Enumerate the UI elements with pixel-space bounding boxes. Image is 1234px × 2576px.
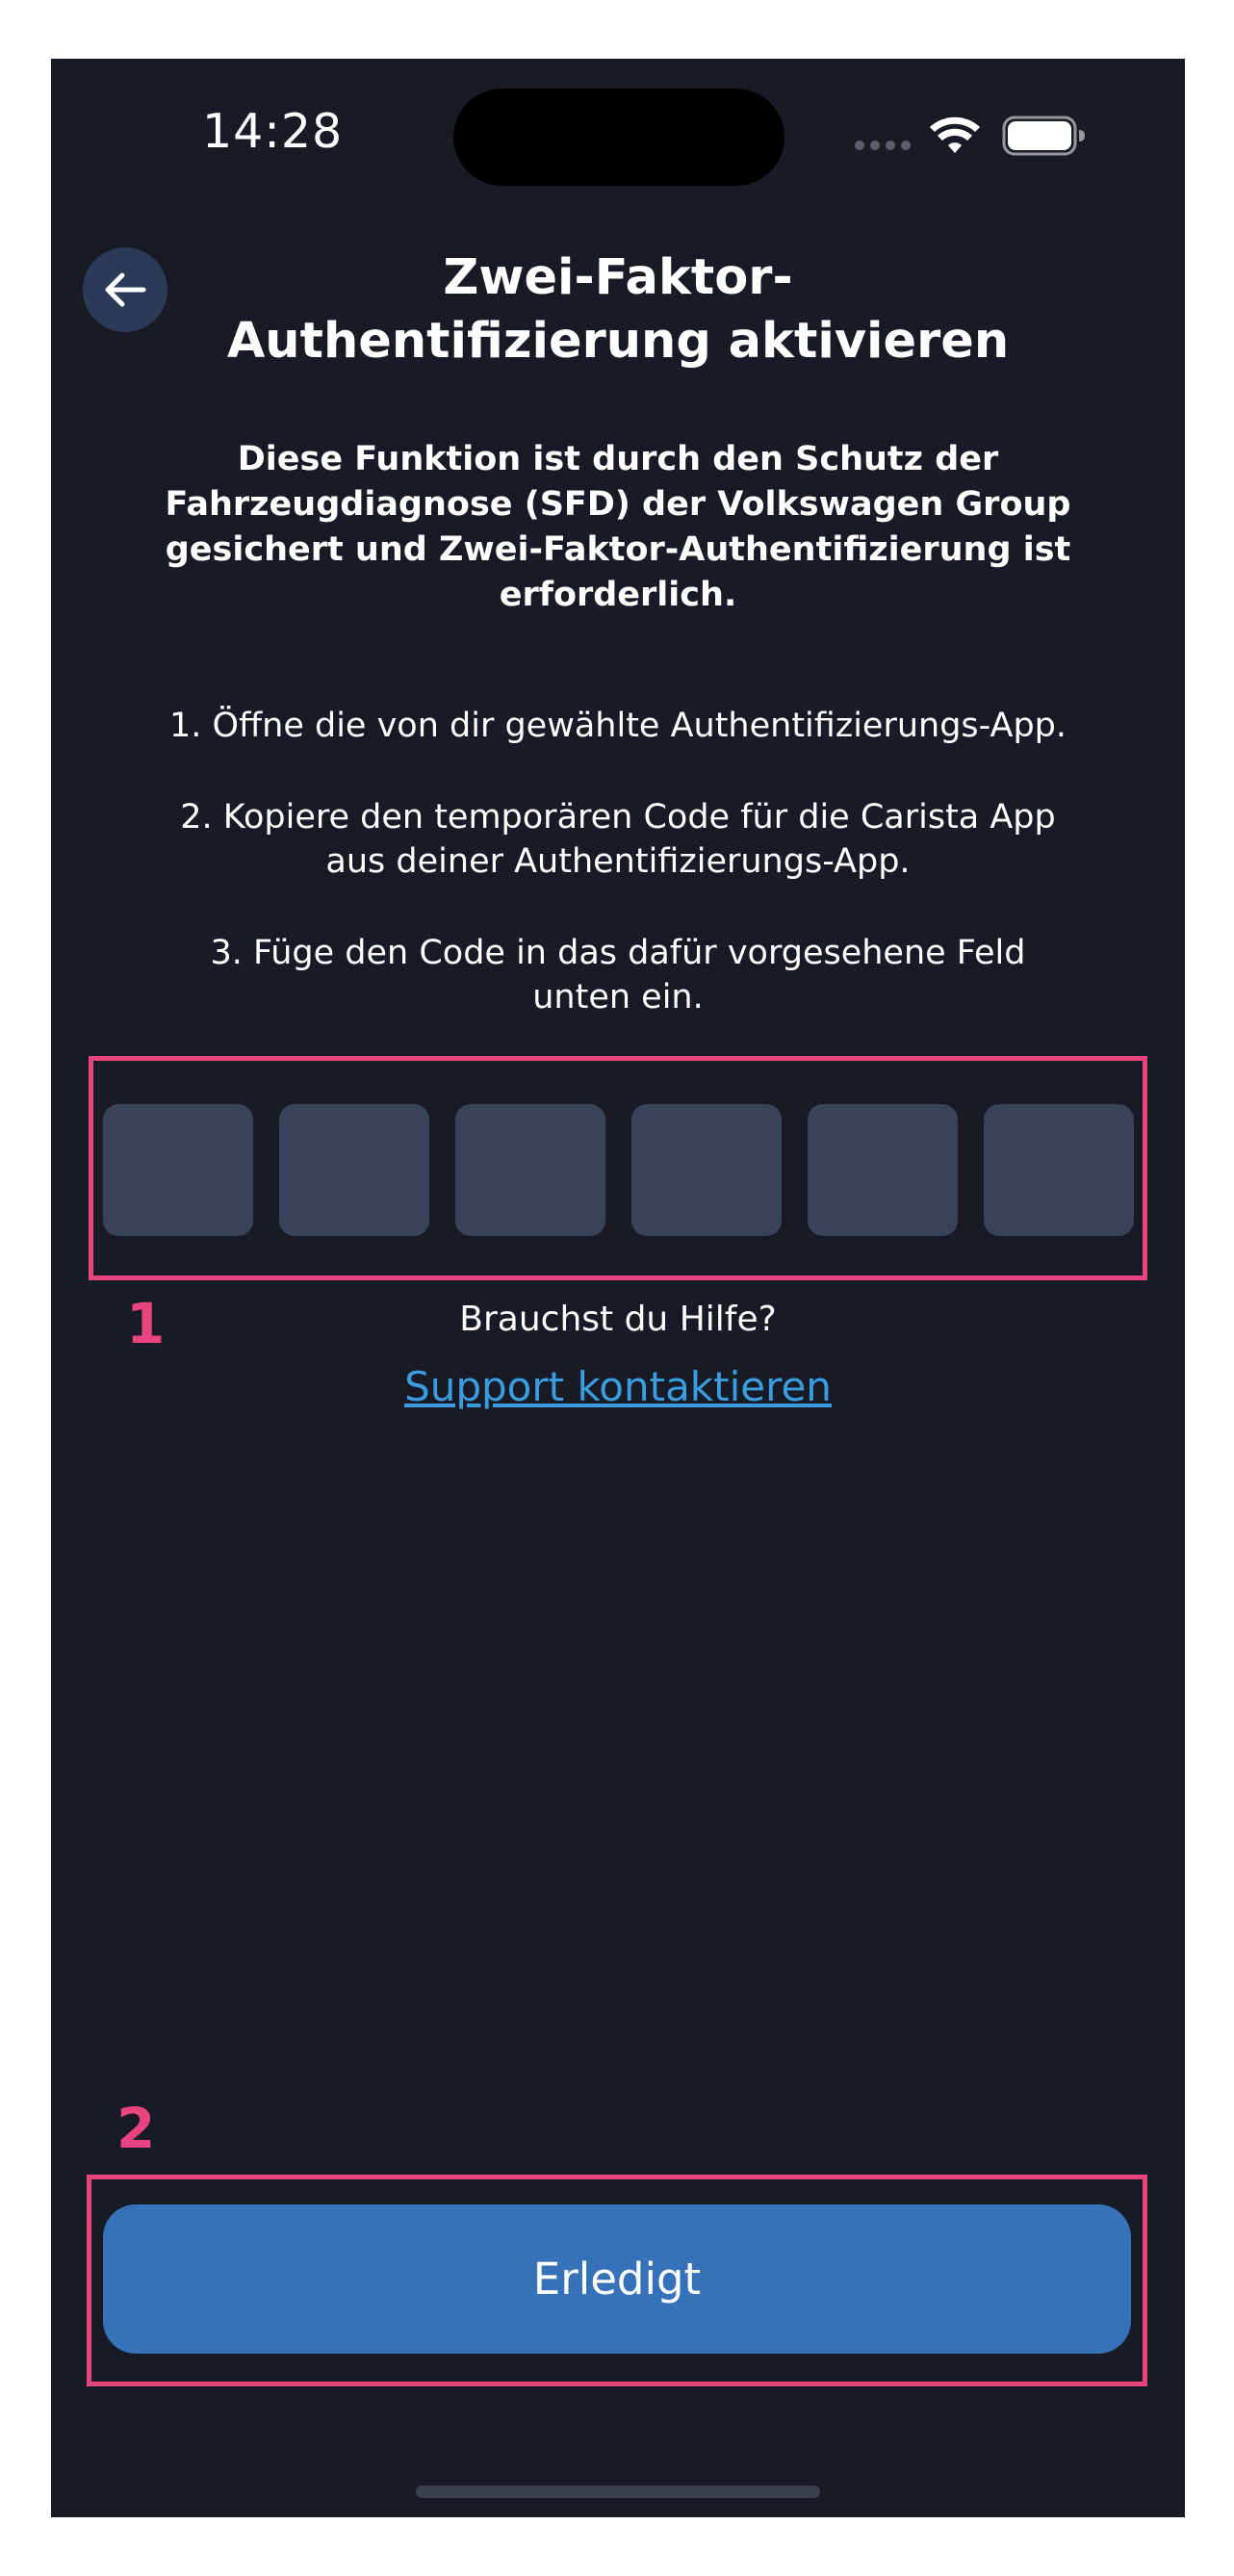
code-digit-1[interactable] — [103, 1104, 253, 1236]
code-digit-3[interactable] — [455, 1104, 605, 1236]
page-title-line2: Authentifizierung aktivieren — [226, 313, 1010, 370]
code-digit-6[interactable] — [984, 1104, 1134, 1236]
dynamic-island — [453, 89, 784, 186]
arrow-left-icon — [105, 272, 146, 307]
code-digit-5[interactable] — [808, 1104, 958, 1236]
cellular-signal-icon — [855, 141, 914, 152]
home-indicator[interactable] — [416, 2486, 820, 2498]
done-button[interactable]: Erledigt — [103, 2204, 1131, 2354]
wifi-icon — [930, 116, 980, 153]
step-text: aus deiner Authentifizierungs-App. — [325, 842, 911, 881]
instruction-step-3: 3. Füge den Code in das dafür vorgesehen… — [109, 931, 1127, 1019]
phone-screen: 14:28 Zwei-Faktor- Authentifizierung akt… — [51, 59, 1185, 2517]
status-time: 14:28 — [202, 104, 344, 159]
code-digit-4[interactable] — [631, 1104, 782, 1236]
notice-line: Diese Funktion ist durch den Schutz der — [237, 440, 999, 478]
page-title: Zwei-Faktor- Authentifizierung aktiviere… — [195, 246, 1041, 374]
support-contact-link[interactable]: Support kontaktieren — [244, 1363, 992, 1410]
notice-line: Fahrzeugdiagnose (SFD) der Volkswagen Gr… — [165, 485, 1071, 524]
notice-line: gesichert und Zwei-Faktor-Authentifizier… — [165, 530, 1071, 569]
page-title-line1: Zwei-Faktor- — [443, 249, 793, 306]
step-text: 3. Füge den Code in das dafür vorgesehen… — [210, 934, 1026, 972]
verification-code-input — [103, 1104, 1139, 1236]
step-text: 2. Kopiere den temporären Code für die C… — [180, 798, 1056, 837]
back-button[interactable] — [83, 247, 167, 332]
battery-icon — [1002, 116, 1085, 156]
security-notice: Diese Funktion ist durch den Schutz der … — [138, 437, 1098, 618]
step-text: unten ein. — [532, 978, 704, 1017]
highlight-marker-1: 1 — [126, 1291, 166, 1356]
notice-line: erforderlich. — [499, 576, 737, 614]
instruction-step-2: 2. Kopiere den temporären Code für die C… — [109, 795, 1127, 884]
code-digit-2[interactable] — [279, 1104, 429, 1236]
highlight-marker-2: 2 — [116, 2096, 156, 2161]
done-button-label: Erledigt — [532, 2254, 702, 2305]
instruction-step-1: 1. Öffne die von dir gewählte Authentifi… — [109, 704, 1127, 748]
help-question: Brauchst du Hilfe? — [459, 1300, 777, 1339]
step-text: 1. Öffne die von dir gewählte Authentifi… — [168, 707, 1067, 745]
